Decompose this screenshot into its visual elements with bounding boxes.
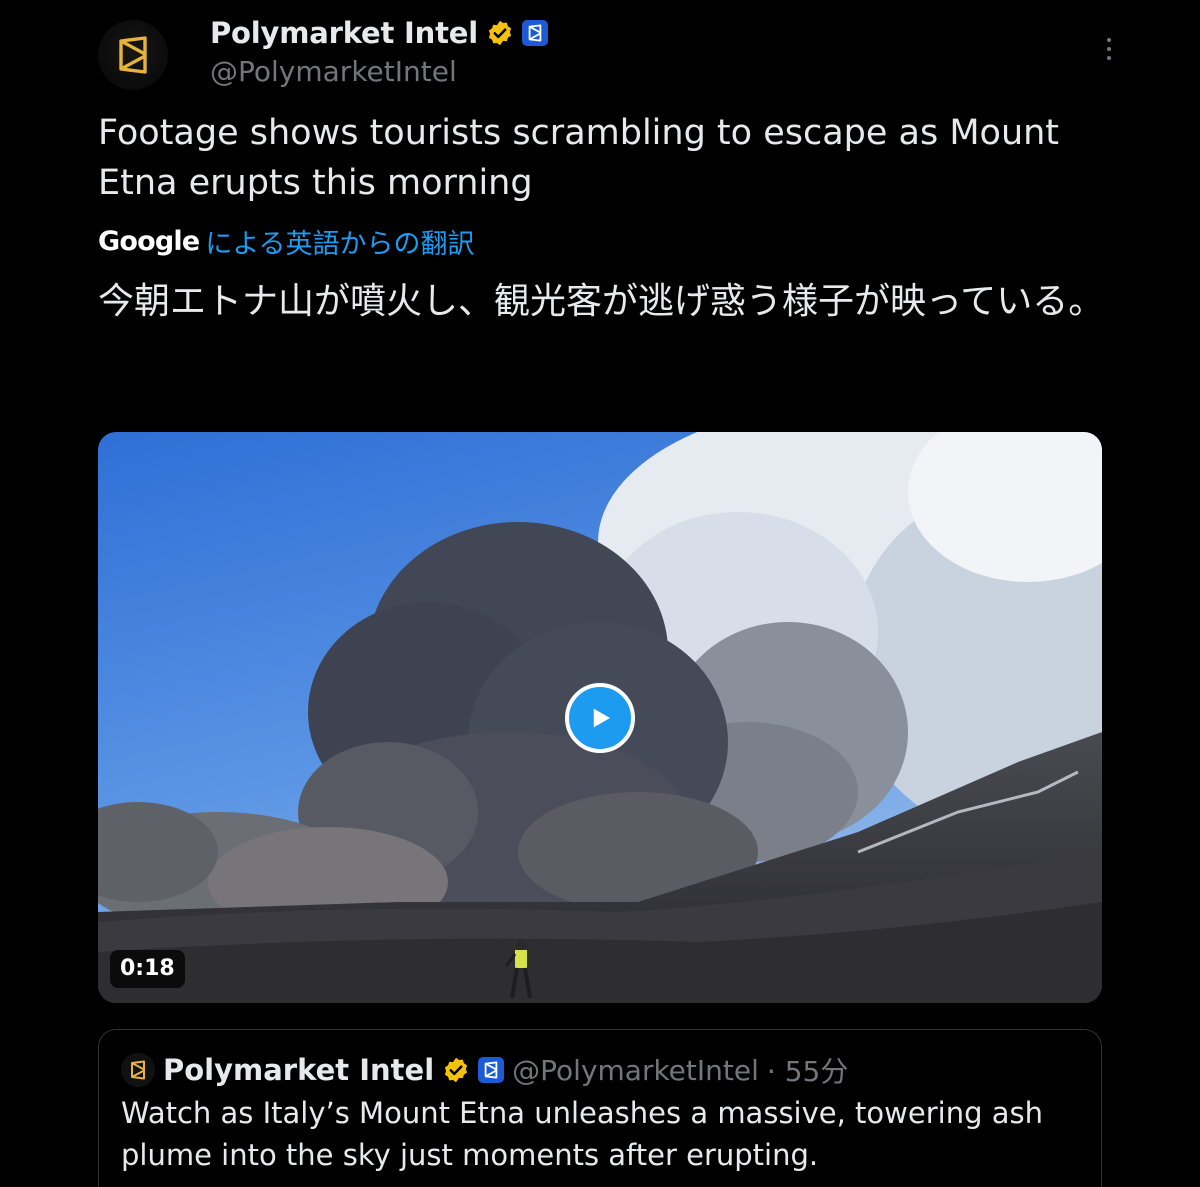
author-display-name[interactable]: Polymarket Intel: [210, 16, 478, 50]
polymarket-logo-icon: [119, 36, 147, 74]
translation-attribution: Google による英語からの翻訳: [98, 222, 475, 261]
quoted-tweet-text: Watch as Italy’s Mount Etna unleashes a …: [121, 1096, 1043, 1172]
quoted-display-name[interactable]: Polymarket Intel: [163, 1053, 434, 1087]
quoted-timestamp[interactable]: · 55分: [767, 1050, 848, 1090]
quoted-handle[interactable]: @PolymarketIntel: [512, 1054, 759, 1087]
avatar[interactable]: [98, 20, 168, 90]
google-logo: Google: [98, 226, 200, 257]
quoted-avatar[interactable]: [121, 1053, 155, 1087]
author-handle[interactable]: @PolymarketIntel: [210, 55, 457, 88]
polymarket-logo-icon: [131, 1060, 145, 1080]
polymarket-affiliate-icon[interactable]: [478, 1057, 505, 1083]
play-button[interactable]: [565, 683, 635, 753]
polymarket-affiliate-icon[interactable]: [521, 20, 548, 46]
video-duration: 0:18: [110, 950, 185, 988]
tweet-text: Footage shows tourists scrambling to esc…: [98, 113, 1060, 203]
verified-badge-icon: [486, 19, 514, 47]
more-options-icon[interactable]: [1096, 34, 1122, 64]
play-icon: [593, 708, 610, 728]
video-player[interactable]: 0:18: [98, 432, 1102, 1003]
verified-badge-icon: [442, 1056, 470, 1084]
quoted-tweet[interactable]: Polymarket Intel @PolymarketIntel · 55分 …: [98, 1029, 1102, 1187]
translated-text: 今朝エトナ山が噴火し、観光客が逃げ惑う様子が映っている。: [98, 281, 1105, 322]
quoted-tweet-header: Polymarket Intel @PolymarketIntel · 55分: [121, 1050, 848, 1090]
translation-link[interactable]: による英語からの翻訳: [205, 222, 474, 261]
author-name-row: Polymarket Intel: [210, 16, 548, 50]
